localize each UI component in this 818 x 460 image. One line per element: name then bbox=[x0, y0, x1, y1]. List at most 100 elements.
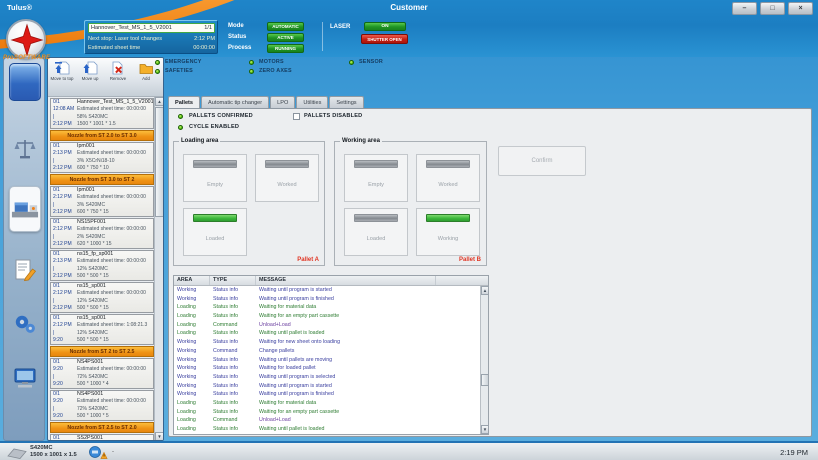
sidebar-item-tools[interactable] bbox=[9, 304, 41, 344]
pallet-bar bbox=[426, 160, 470, 168]
zero-axes-led-icon bbox=[249, 69, 254, 74]
job-material: 58% S420MC bbox=[77, 114, 153, 121]
confirm-button[interactable]: Confirm bbox=[498, 146, 586, 176]
status-value-badge: ACTIVE bbox=[267, 33, 304, 42]
sidebar-item-home[interactable] bbox=[9, 63, 41, 101]
job-list-item[interactable]: 0/1 SS2PS001 bbox=[50, 434, 154, 441]
message-row: Loading Status info Waiting for an empty… bbox=[174, 312, 480, 321]
window-title: Customer bbox=[0, 3, 818, 12]
close-button[interactable]: × bbox=[788, 2, 813, 15]
job-list-item[interactable]: 0/1 2:12 PM | 2:12 PM Ipm001 Estimated s… bbox=[50, 186, 154, 217]
sidebar-item-reports[interactable] bbox=[9, 250, 41, 290]
job-slot: 0/1 bbox=[53, 391, 75, 398]
job-estimated-time: Estimated sheet time: 00:00:00 bbox=[77, 150, 153, 157]
scroll-down-icon[interactable]: ▼ bbox=[481, 425, 489, 434]
job-sheet-dimensions: 600 * 750 * 15 bbox=[77, 209, 153, 216]
table-scroll-thumb[interactable] bbox=[481, 374, 489, 386]
sidebar-item-pallets[interactable] bbox=[9, 186, 41, 232]
tab-utilities[interactable]: Utilities bbox=[296, 96, 328, 108]
message-area: Loading bbox=[174, 312, 210, 321]
message-row: Loading Status info Waiting until pallet… bbox=[174, 329, 480, 338]
cell-label: Empty bbox=[184, 182, 246, 188]
move-to-top-button[interactable]: Move to top bbox=[48, 58, 76, 95]
message-type: Status info bbox=[210, 295, 256, 304]
sidebar-item-terminal[interactable] bbox=[9, 358, 41, 398]
message-table-scrollbar[interactable]: ▲ ▼ bbox=[480, 286, 488, 434]
job-start-time: 9:20 bbox=[53, 398, 75, 405]
clock: 2:19 PM bbox=[780, 448, 808, 457]
nozzle-change-separator[interactable]: Nozzle from ST 2 to ST 2.5 bbox=[50, 346, 154, 357]
message-row: Working Command Change pallets bbox=[174, 347, 480, 356]
process-value-badge: RUNNING bbox=[267, 44, 304, 53]
message-text: Waiting until pallet is loaded bbox=[256, 425, 480, 434]
job-time-connector: | bbox=[53, 234, 75, 241]
message-type: Status info bbox=[210, 399, 256, 408]
job-list-item[interactable]: 0/1 2:13 PM | 2:12 PM ns15_fp_sp001 Esti… bbox=[50, 250, 154, 281]
job-end-time: 2:12 PM bbox=[53, 165, 75, 172]
job-sheet-dimensions: 500 * 500 * 15 bbox=[77, 337, 153, 344]
laser-shutter-button[interactable]: SHUTTER OPEN bbox=[361, 34, 408, 44]
job-sheet-dimensions: 500 * 1000 * 5 bbox=[77, 413, 153, 420]
job-list-item[interactable]: 0/1 2:12 PM | 2:12 PM NS15PF001 Estimate… bbox=[50, 218, 154, 249]
message-row: Working Status info Waiting until progra… bbox=[174, 295, 480, 304]
maximize-button[interactable]: □ bbox=[760, 2, 785, 15]
job-time-connector: | bbox=[53, 158, 75, 165]
nozzle-change-separator[interactable]: Nozzle from ST 3.0 to ST 2 bbox=[50, 174, 154, 185]
view-sidebar bbox=[3, 57, 45, 441]
message-table-body: Working Status info Waiting until progra… bbox=[174, 286, 480, 434]
job-estimated-time: Estimated sheet time: 00:00:00 bbox=[77, 226, 153, 233]
job-list-item[interactable]: 0/1 2:12 PM | 9:20 ns15_sp001 Estimated … bbox=[50, 314, 154, 345]
job-scroll-thumb[interactable] bbox=[155, 107, 164, 217]
job-list-item[interactable]: 0/1 2:13 PM | 2:12 PM Ipm001 Estimated s… bbox=[50, 142, 154, 173]
move-up-button[interactable]: Move up bbox=[76, 58, 104, 95]
job-start-time: 2:12 PM bbox=[53, 290, 75, 297]
emergency-led-icon bbox=[155, 60, 160, 65]
job-end-time: 9:20 bbox=[53, 381, 75, 388]
scroll-up-icon[interactable]: ▲ bbox=[481, 286, 489, 295]
minimize-button[interactable]: – bbox=[732, 2, 757, 15]
machine-warning-icon[interactable] bbox=[88, 446, 108, 460]
job-list-item[interactable]: 0/1 12:08 AM | 2:12 PM Hannover_Test_MS_… bbox=[50, 98, 154, 129]
sidebar-item-scales[interactable] bbox=[9, 130, 41, 168]
nozzle-change-separator[interactable]: Nozzle from ST 2.0 to ST 3.0 bbox=[50, 130, 154, 141]
tab-automatic-tip-changer[interactable]: Automatic tip changer bbox=[201, 96, 269, 108]
sheet-material: S420MC bbox=[30, 445, 77, 452]
job-list-item[interactable]: 0/1 9:20 | 9:20 NS4PS001 Estimated sheet… bbox=[50, 390, 154, 421]
job-sheet-dimensions: 500 * 1000 * 4 bbox=[77, 381, 153, 388]
message-text: Unload+Load bbox=[256, 416, 480, 425]
scroll-down-icon[interactable]: ▼ bbox=[155, 432, 164, 441]
job-list-scrollbar[interactable]: ▲ ▼ bbox=[154, 97, 163, 441]
message-text: Waiting until pallet is loaded bbox=[256, 329, 480, 338]
job-material: 12% S420MC bbox=[77, 298, 153, 305]
message-row: Loading Status info Waiting for material… bbox=[174, 303, 480, 312]
job-material: 72% S420MC bbox=[77, 374, 153, 381]
working-area-title: Working area bbox=[340, 138, 382, 144]
tab-settings[interactable]: Settings bbox=[329, 96, 363, 108]
job-queue-panel: Move to top Move up Remove bbox=[47, 57, 164, 441]
message-row: Loading Command Unload+Load bbox=[174, 321, 480, 330]
job-end-time: 2:12 PM bbox=[53, 273, 75, 280]
job-item-details: ns15_sp001 Estimated sheet time: 1:08:21… bbox=[77, 315, 153, 344]
remove-button[interactable]: Remove bbox=[104, 58, 132, 95]
scroll-up-icon[interactable]: ▲ bbox=[155, 97, 164, 106]
laser-on-button[interactable]: ON bbox=[364, 22, 406, 31]
job-start-time: 2:13 PM bbox=[53, 150, 75, 157]
job-item-times: 0/1 9:20 | 9:20 bbox=[51, 359, 75, 388]
message-type: Status info bbox=[210, 408, 256, 417]
job-list-item[interactable]: 0/1 2:12 PM | 2:12 PM ns15_sp001 Estimat… bbox=[50, 282, 154, 313]
zero-axes-label: ZERO AXES bbox=[259, 68, 292, 74]
pallets-disabled-checkbox[interactable] bbox=[293, 113, 300, 120]
message-text: Waiting until program is selected bbox=[256, 373, 480, 382]
job-list-item[interactable]: 0/1 9:20 | 9:20 NS4PS001 Estimated sheet… bbox=[50, 358, 154, 389]
sheet-icon bbox=[6, 447, 28, 459]
sheet-time-value: 00:00:00 bbox=[193, 44, 215, 52]
message-type: Command bbox=[210, 347, 256, 356]
job-item-details: Hannover_Test_MS_1_5_V2001 Estimated she… bbox=[77, 99, 153, 128]
pallets-confirmed-label: PALLETS CONFIRMED bbox=[189, 113, 253, 119]
nozzle-change-separator[interactable]: Nozzle from ST 2.5 to ST 2.0 bbox=[50, 422, 154, 433]
add-folder-icon bbox=[138, 61, 154, 75]
job-material: 3% X5CrNi18-10 bbox=[77, 158, 153, 165]
message-text: Waiting until program is finished bbox=[256, 390, 480, 399]
job-material: 12% S420MC bbox=[77, 330, 153, 337]
tab-lpo[interactable]: LPO bbox=[270, 96, 295, 108]
